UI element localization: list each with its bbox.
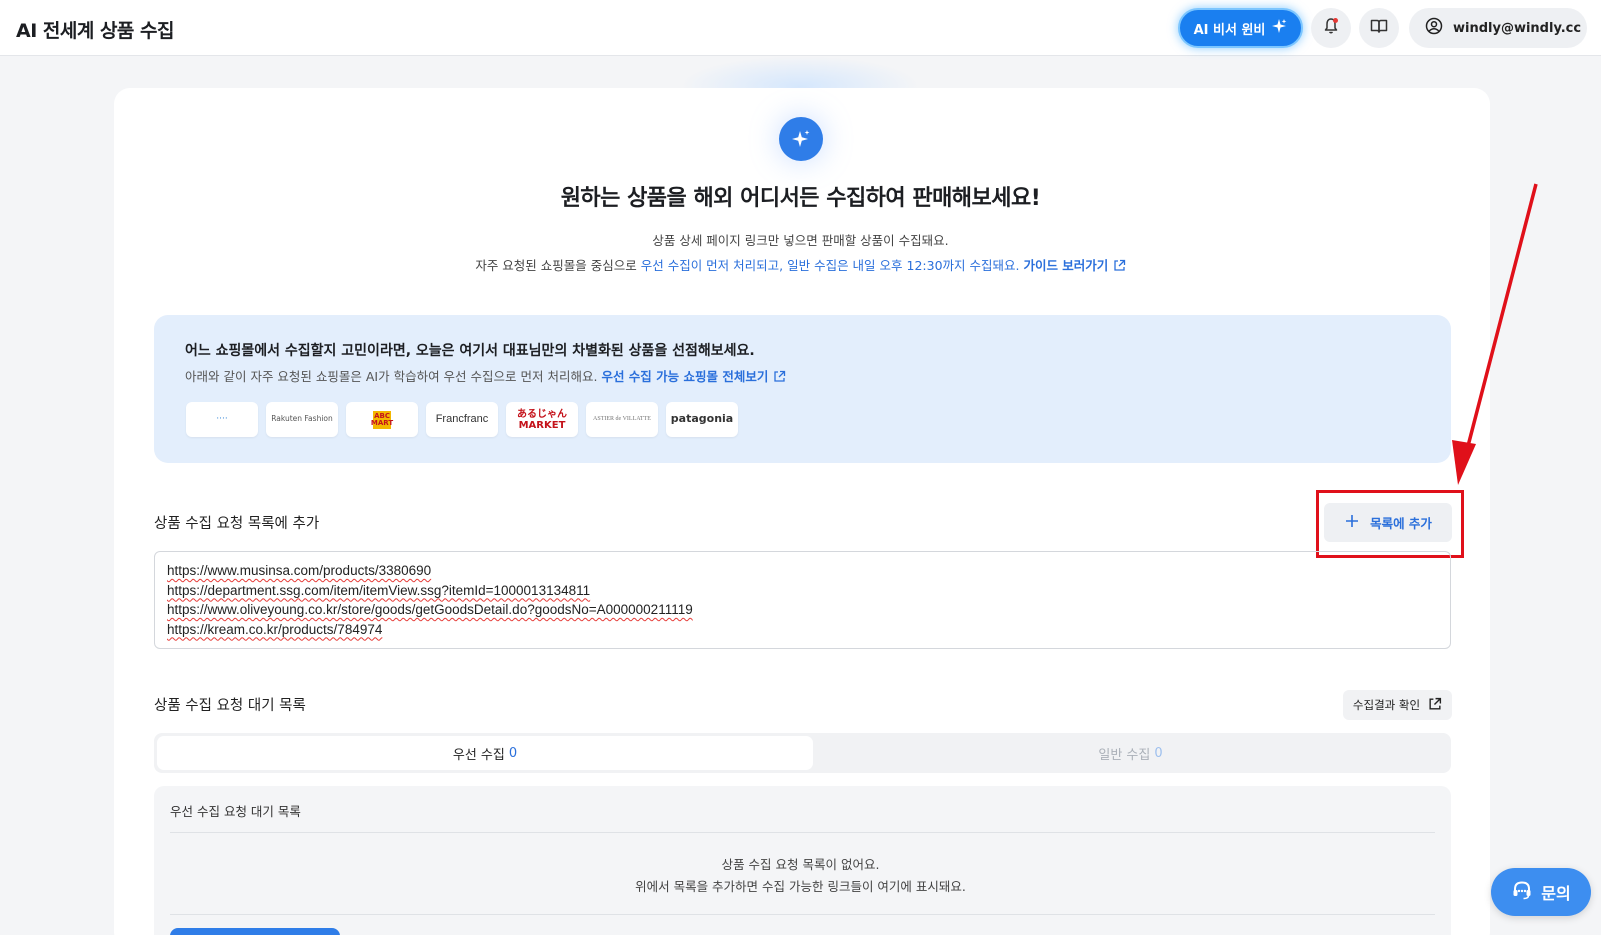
- user-circle-icon: [1425, 17, 1443, 39]
- mall-logo[interactable]: あるじゃん MARKET: [506, 402, 578, 437]
- hero-subtitle-2: 자주 요청된 쇼핑몰을 중심으로 우선 수집이 먼저 처리되고, 일반 수집은 …: [0, 255, 1601, 274]
- mall-logo[interactable]: ASTIER de VILLATTE: [586, 402, 658, 437]
- url-line: https://www.musinsa.com/products/3380690: [167, 563, 432, 578]
- wait-section-title: 상품 수집 요청 대기 목록: [154, 698, 306, 714]
- hero-subtitle-1: 상품 상세 페이지 링크만 넣으면 판매할 상품이 수집돼요.: [652, 233, 949, 248]
- divider: [170, 914, 1435, 915]
- guide-book-button[interactable]: [1359, 8, 1399, 48]
- account-button[interactable]: windly@windly.cc: [1409, 8, 1587, 48]
- mall-logo[interactable]: patagonia: [666, 402, 738, 437]
- all-malls-link[interactable]: 우선 수집 가능 쇼핑몰 전체보기: [601, 369, 785, 384]
- mall-logo-text: ABC MART: [370, 410, 394, 429]
- url-line: https://kream.co.kr/products/784974: [167, 621, 383, 637]
- recommend-box: [154, 315, 1451, 463]
- page-title: 원하는 상품을 해외 어디서든 수집하여 판매해보세요!: [560, 186, 1041, 211]
- mall-logo[interactable]: ····: [186, 402, 258, 437]
- hero-subtitle-2-prefix: 자주 요청된 쇼핑몰을 중심으로: [475, 258, 637, 273]
- mall-logo-list: ···· Rakuten Fashion ABC MART Francfranc…: [186, 402, 738, 437]
- wait-tabs: 우선 수집 0 일반 수집 0: [154, 733, 1451, 773]
- mall-logo[interactable]: Francfranc: [426, 402, 498, 437]
- sparkle-hero-icon: [779, 117, 823, 161]
- empty-message-2: 위에서 목록을 추가하면 수집 가능한 링크들이 여기에 표시돼요.: [635, 879, 966, 894]
- ai-assistant-label: AI 비서 윈비: [1193, 22, 1266, 38]
- guide-link-label: 가이드 보러가기: [1023, 258, 1109, 273]
- url-line: https://www.oliveyoung.co.kr/store/goods…: [167, 602, 693, 617]
- divider: [170, 832, 1435, 833]
- hero-subtitle-2-highlight: 우선 수집이 먼저 처리되고, 일반 수집은 내일 오후 12:30까지 수집돼…: [640, 258, 1020, 273]
- all-malls-link-label: 우선 수집 가능 쇼핑몰 전체보기: [601, 369, 769, 384]
- external-link-icon: [1428, 697, 1442, 714]
- tab-general-collection[interactable]: 일반 수집 0: [813, 736, 1448, 770]
- recommend-subtitle: 아래와 같이 자주 요청된 쇼핑몰은 AI가 학습하여 우선 수집으로 먼저 처…: [185, 366, 786, 385]
- sparkle-icon: [1271, 18, 1287, 38]
- ai-assistant-button[interactable]: AI 비서 윈비: [1178, 8, 1303, 48]
- app-title: AI 전세계 상품 수집: [16, 20, 174, 42]
- empty-message-1: 상품 수집 요청 목록이 없어요.: [721, 857, 880, 872]
- notification-button[interactable]: [1311, 8, 1351, 48]
- mall-logo-text: Francfranc: [435, 413, 489, 426]
- bell-icon: [1322, 17, 1340, 39]
- external-link-icon: [773, 369, 786, 384]
- tab-label: 우선 수집: [452, 747, 505, 763]
- mall-logo-text: patagonia: [670, 412, 734, 426]
- help-button-label: 문의: [1541, 884, 1571, 903]
- check-results-label: 수집결과 확인: [1352, 698, 1421, 712]
- help-button[interactable]: 문의: [1491, 868, 1591, 916]
- tab-count: 0: [1154, 745, 1163, 761]
- annotation-highlight-box: [1316, 490, 1464, 558]
- guide-link[interactable]: 가이드 보러가기: [1023, 258, 1125, 273]
- url-line: https://department.ssg.com/item/itemView…: [167, 582, 591, 598]
- mall-logo-text: Rakuten Fashion: [271, 414, 333, 424]
- mall-logo-text: あるじゃん MARKET: [517, 408, 567, 431]
- book-icon: [1370, 17, 1388, 39]
- account-email: windly@windly.cc: [1453, 20, 1582, 36]
- mall-logo[interactable]: ABC MART: [346, 402, 418, 437]
- mall-logo-text: ····: [216, 413, 228, 424]
- external-link-icon: [1113, 258, 1126, 273]
- headset-icon: [1511, 879, 1533, 905]
- tab-priority-collection[interactable]: 우선 수집 0: [157, 736, 813, 770]
- check-results-button[interactable]: 수집결과 확인: [1343, 690, 1452, 720]
- recommend-subtitle-text: 아래와 같이 자주 요청된 쇼핑몰은 AI가 학습하여 우선 수집으로 먼저 처…: [185, 369, 598, 384]
- wait-list-title: 우선 수집 요청 대기 목록: [170, 804, 301, 819]
- url-textarea[interactable]: https://www.musinsa.com/products/3380690…: [154, 551, 1451, 649]
- add-section-title: 상품 수집 요청 목록에 추가: [154, 516, 320, 532]
- primary-action-button[interactable]: [170, 928, 340, 935]
- mall-logo[interactable]: Rakuten Fashion: [266, 402, 338, 437]
- recommend-title: 어느 쇼핑몰에서 수집할지 고민이라면, 오늘은 여기서 대표님만의 차별화된 …: [185, 343, 755, 359]
- tab-label: 일반 수집: [1098, 747, 1151, 763]
- tab-count: 0: [508, 745, 518, 761]
- mall-logo-text: ASTIER de VILLATTE: [593, 416, 651, 423]
